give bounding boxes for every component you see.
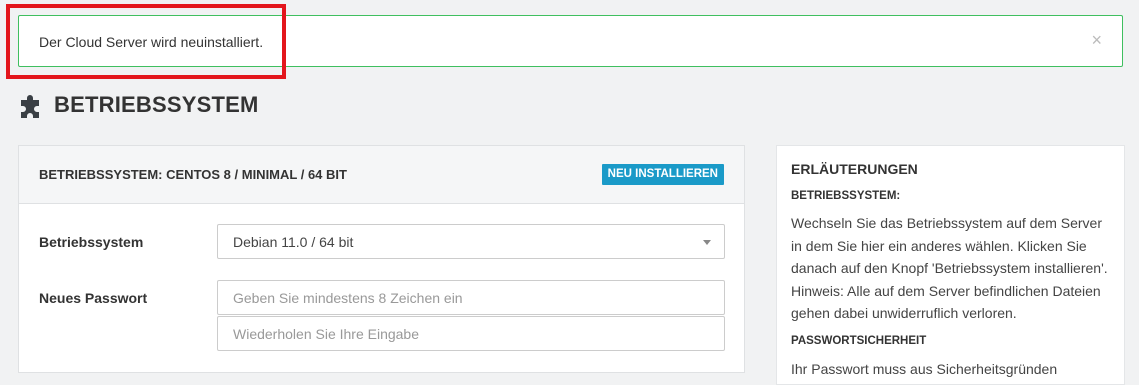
os-panel: BETRIEBSSYSTEM: CENTOS 8 / MINIMAL / 64 …	[18, 145, 745, 373]
password-label: Neues Passwort	[39, 290, 148, 306]
success-alert: Der Cloud Server wird neuinstalliert. ×	[18, 15, 1123, 67]
panel-title: BETRIEBSSYSTEM: CENTOS 8 / MINIMAL / 64 …	[39, 167, 347, 182]
page-header: BETRIEBSSYSTEM	[18, 90, 259, 120]
os-label: Betriebssystem	[39, 234, 144, 250]
os-select-value: Debian 11.0 / 64 bit	[233, 234, 354, 250]
puzzle-piece-icon	[21, 95, 39, 118]
help-section-password-text: Ihr Passwort muss aus Sicherheitsgründen	[791, 361, 1058, 377]
panel-header: BETRIEBSSYSTEM: CENTOS 8 / MINIMAL / 64 …	[19, 146, 744, 204]
alert-message: Der Cloud Server wird neuinstalliert.	[39, 34, 264, 50]
page-title: BETRIEBSSYSTEM	[54, 92, 259, 117]
chevron-down-icon	[703, 240, 711, 245]
help-section-os-text: Wechseln Sie das Betriebssystem auf dem …	[791, 215, 1108, 321]
password-repeat-input[interactable]	[217, 316, 725, 351]
help-section-password-title: PASSWORTSICHERHEIT	[791, 335, 927, 347]
help-title: ERLÄUTERUNGEN	[791, 161, 918, 177]
help-section-os-title: BETRIEBSSYSTEM:	[791, 190, 901, 202]
close-icon[interactable]: ×	[1091, 30, 1102, 50]
reinstall-button[interactable]: NEU INSTALLIEREN	[601, 164, 724, 185]
password-input[interactable]	[217, 280, 725, 315]
help-panel: ERLÄUTERUNGEN BETRIEBSSYSTEM: Wechseln S…	[776, 145, 1125, 385]
os-select[interactable]: Debian 11.0 / 64 bit	[217, 224, 725, 259]
